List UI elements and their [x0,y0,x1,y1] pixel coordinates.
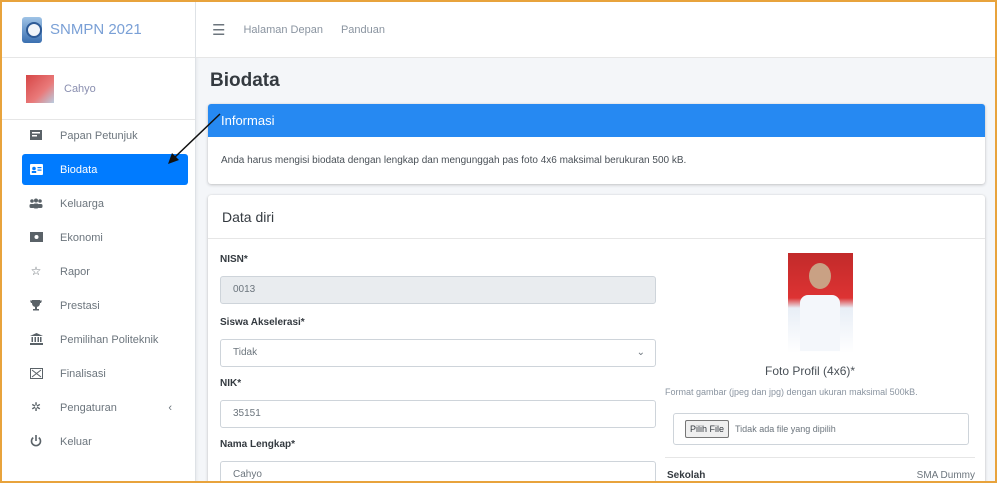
sidebar-item-label: Keluar [60,435,92,448]
sidebar-item-pemilihan-politeknik[interactable]: Pemilihan Politeknik [22,324,188,355]
nav-link-halaman-depan[interactable]: Halaman Depan [243,24,323,36]
avatar [26,74,54,103]
finalize-icon [29,366,43,380]
nama-lengkap-label: Nama Lengkap* [220,439,296,450]
file-status: Tidak ada file yang dipilih [735,424,836,434]
info-card-body: Anda harus mengisi biodata dengan lengka… [221,155,687,166]
sidebar-item-label: Keluarga [60,197,105,210]
sidebar-item-keluar[interactable]: Keluar [22,426,188,457]
hamburger-icon[interactable]: ☰ [212,21,225,39]
sidebar-item-label: Finalisasi [60,367,106,380]
star-icon: ☆ [30,264,42,278]
sidebar-item-label: Biodata [60,163,98,176]
nisn-field[interactable]: 0013 [220,276,656,304]
info-card: Informasi Anda harus mengisi biodata den… [208,104,985,184]
sekolah-value: SMA Dummy [916,470,975,481]
choose-file-button[interactable]: Pilih File [685,420,730,438]
sidebar-item-label: Pengaturan [60,401,117,414]
sidebar-item-label: Ekonomi [60,231,103,244]
nama-lengkap-field[interactable]: Cahyo [220,461,656,481]
photo-file-input[interactable]: Pilih File Tidak ada file yang dipilih [673,413,969,445]
sidebar-item-keluarga[interactable]: Keluarga [22,188,188,219]
user-panel[interactable]: Cahyo [2,58,195,120]
users-icon [29,196,43,210]
photo-hint: Format gambar (jpeg dan jpg) dengan ukur… [665,387,918,397]
sidebar-item-label: Prestasi [60,299,100,312]
sidebar-item-finalisasi[interactable]: Finalisasi [22,358,188,389]
akselerasi-selected-value: Tidak [233,347,258,358]
akselerasi-label: Siswa Akselerasi* [220,317,305,328]
sekolah-row: Sekolah SMA Dummy [665,457,975,481]
money-icon [29,230,43,244]
app-frame: SNMPN 2021 Cahyo Papan Petunjuk Biodata [0,0,997,483]
power-icon [29,434,43,448]
nik-field[interactable]: 35151 [220,400,656,428]
trophy-icon [29,298,43,312]
sidebar: SNMPN 2021 Cahyo Papan Petunjuk Biodata [2,2,196,481]
sidebar-nav: Papan Petunjuk Biodata Keluarga Ekonomi [2,120,196,460]
chevron-down-icon: ⌄ [636,347,645,358]
sekolah-label: Sekolah [667,470,706,481]
university-icon [29,332,43,346]
brand[interactable]: SNMPN 2021 [2,2,195,58]
brand-title: SNMPN 2021 [50,21,142,38]
chevron-left-icon: ‹ [168,401,172,414]
top-navbar: ☰ Halaman Depan Panduan [196,2,995,58]
nik-label: NIK* [220,378,242,389]
gear-icon: ✲ [30,400,42,414]
sidebar-item-label: Papan Petunjuk [60,129,138,142]
user-name: Cahyo [64,82,96,95]
board-icon [29,128,43,142]
profile-photo [788,253,853,353]
sidebar-item-biodata[interactable]: Biodata [22,154,188,185]
snmpn-logo-icon [22,16,42,43]
sidebar-item-ekonomi[interactable]: Ekonomi [22,222,188,253]
info-card-header: Informasi [208,104,985,137]
photo-label: Foto Profil (4x6)* [765,364,856,378]
sidebar-item-label: Pemilihan Politeknik [60,333,159,346]
sidebar-item-pengaturan[interactable]: ✲ Pengaturan ‹ [22,392,188,423]
sidebar-item-papan-petunjuk[interactable]: Papan Petunjuk [22,120,188,151]
sidebar-item-prestasi[interactable]: Prestasi [22,290,188,321]
page-title: Biodata [210,70,280,91]
sidebar-item-label: Rapor [60,265,90,278]
nisn-label: NISN* [220,254,248,265]
nav-link-panduan[interactable]: Panduan [341,24,385,36]
id-card-icon [29,162,43,176]
data-diri-header: Data diri [208,195,985,239]
sidebar-item-rapor[interactable]: ☆ Rapor [22,256,188,287]
akselerasi-select[interactable]: Tidak ⌄ [220,339,656,367]
